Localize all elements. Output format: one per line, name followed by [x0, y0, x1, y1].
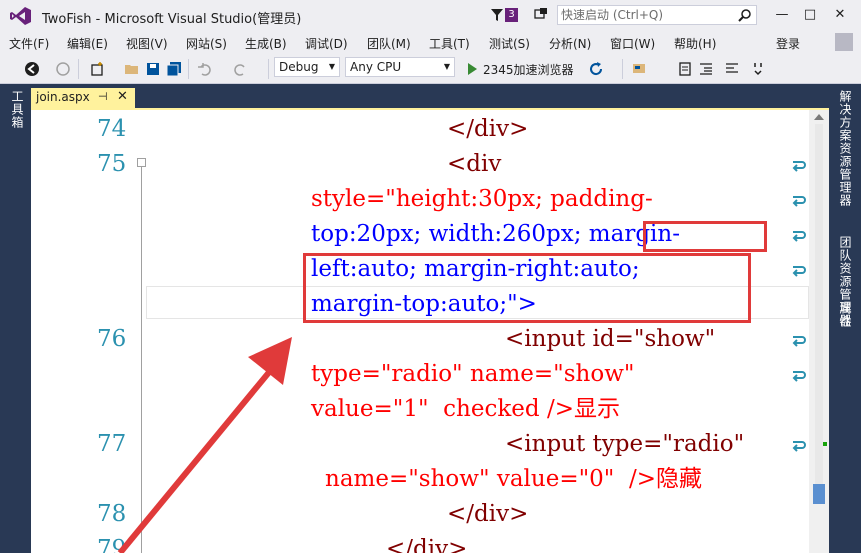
forward-icon[interactable] — [55, 61, 71, 77]
change-marker — [823, 442, 827, 446]
open-folder-icon[interactable] — [124, 61, 140, 77]
platform-dropdown[interactable]: Any CPU ▼ — [345, 57, 455, 77]
search-icon[interactable] — [738, 8, 752, 22]
toolbox-tab[interactable]: 工具箱 — [9, 90, 26, 129]
save-icon[interactable] — [145, 61, 161, 77]
annotation-box-margin-auto — [303, 253, 751, 323]
pin-icon[interactable]: ⊣ — [98, 90, 108, 103]
toolbar-separator — [188, 59, 189, 79]
undo-icon[interactable] — [197, 61, 213, 77]
window-title: TwoFish - Microsoft Visual Studio(管理员) — [42, 12, 302, 27]
menu-tools[interactable]: 工具(T) — [429, 35, 470, 52]
quick-launch[interactable] — [557, 5, 757, 25]
document-icon[interactable] — [677, 61, 693, 77]
browser-link-icon[interactable] — [631, 61, 647, 77]
code-line: </div> — [447, 116, 529, 142]
save-all-icon[interactable] — [166, 61, 182, 77]
scroll-track[interactable] — [815, 124, 823, 484]
toolbar-separator — [78, 59, 79, 79]
configuration-value: Debug — [279, 60, 319, 74]
tab-join-aspx[interactable]: join.aspx ⊣ ✕ — [31, 88, 135, 108]
platform-value: Any CPU — [350, 60, 402, 74]
code-line: type="radio" name="show" — [311, 361, 635, 387]
avatar[interactable] — [835, 33, 853, 51]
properties-tab[interactable]: 属性 — [837, 302, 854, 328]
solution-explorer-tab[interactable]: 解决方案资源管理器 — [837, 90, 854, 207]
menu-file[interactable]: 文件(F) — [9, 35, 49, 52]
menu-test[interactable]: 测试(S) — [489, 35, 530, 52]
close-button[interactable]: ✕ — [828, 4, 852, 26]
minimize-button[interactable]: — — [770, 4, 794, 26]
word-wrap-icon — [792, 196, 806, 207]
menu-help[interactable]: 帮助(H) — [674, 35, 716, 52]
run-icon[interactable] — [464, 61, 480, 77]
chevron-down-icon: ▼ — [328, 62, 335, 71]
menu-team[interactable]: 团队(M) — [367, 35, 411, 52]
scroll-up-icon[interactable] — [813, 112, 825, 122]
notification-badge[interactable]: 3 — [505, 8, 518, 22]
code-line: <div — [447, 151, 502, 177]
word-wrap-icon — [792, 371, 806, 382]
annotation-arrow-icon — [117, 337, 292, 553]
line-number: 74 — [97, 116, 127, 142]
fold-toggle-icon[interactable] — [137, 158, 146, 167]
word-wrap-icon — [792, 266, 806, 277]
menu-view[interactable]: 视图(V) — [126, 35, 168, 52]
visual-studio-logo-icon — [10, 7, 31, 25]
restore-button[interactable]: □ — [798, 4, 822, 26]
vertical-scrollbar[interactable] — [809, 110, 829, 553]
outdent-icon[interactable] — [698, 61, 714, 77]
menu-analyze[interactable]: 分析(N) — [549, 35, 591, 52]
menu-debug[interactable]: 调试(D) — [305, 35, 348, 52]
new-project-icon[interactable] — [89, 61, 105, 77]
toolbar-separator — [622, 59, 623, 79]
code-line: </div> — [386, 536, 468, 553]
toolbar-overflow-icon[interactable] — [750, 61, 766, 77]
feedback-icon[interactable] — [533, 7, 549, 23]
document-tab-strip: join.aspx ⊣ ✕ — [31, 84, 829, 108]
word-wrap-icon — [792, 441, 806, 452]
left-tool-rail: 工具箱 — [0, 84, 31, 553]
close-tab-icon[interactable]: ✕ — [117, 89, 128, 104]
annotation-box-margin — [643, 221, 767, 252]
redo-icon[interactable] — [232, 61, 248, 77]
menu-window[interactable]: 窗口(W) — [610, 35, 655, 52]
run-target-button[interactable]: 2345加速浏览器 — [483, 61, 574, 78]
filter-icon[interactable] — [490, 8, 504, 22]
code-line: <input type="radio" — [505, 431, 745, 457]
code-line: <input id="show" — [505, 326, 716, 352]
menu-build[interactable]: 生成(B) — [245, 35, 287, 52]
menu-bar: 文件(F) 编辑(E) 视图(V) 网站(S) 生成(B) 调试(D) 团队(M… — [0, 32, 861, 54]
toolbar-separator — [268, 59, 269, 79]
tab-label: join.aspx — [36, 90, 90, 104]
refresh-icon[interactable] — [588, 61, 604, 77]
chevron-down-icon: ▼ — [443, 62, 450, 71]
line-number: 75 — [97, 151, 127, 177]
word-wrap-icon — [792, 161, 806, 172]
scroll-thumb[interactable] — [813, 484, 825, 504]
toolbar: Debug ▼ Any CPU ▼ 2345加速浏览器 — [0, 54, 861, 84]
menu-website[interactable]: 网站(S) — [186, 35, 227, 52]
code-line: value="1" checked />显示 — [311, 396, 620, 422]
right-tool-rail: 解决方案资源管理器 团队资源管理器 属性 — [829, 84, 861, 553]
word-wrap-icon — [792, 231, 806, 242]
code-line: name="show" value="0" />隐藏 — [325, 466, 703, 492]
menu-edit[interactable]: 编辑(E) — [67, 35, 108, 52]
comment-icon[interactable] — [724, 61, 740, 77]
quick-launch-input[interactable] — [561, 7, 731, 23]
word-wrap-icon — [792, 336, 806, 347]
title-bar: TwoFish - Microsoft Visual Studio(管理员) 3… — [0, 0, 861, 32]
code-line: top:20px; width:260px; margin- — [311, 221, 680, 247]
code-line: style="height:30px; padding- — [311, 186, 653, 212]
back-icon[interactable] — [24, 61, 40, 77]
configuration-dropdown[interactable]: Debug ▼ — [274, 57, 340, 77]
code-line: </div> — [447, 501, 529, 527]
login-link[interactable]: 登录 — [776, 35, 800, 52]
